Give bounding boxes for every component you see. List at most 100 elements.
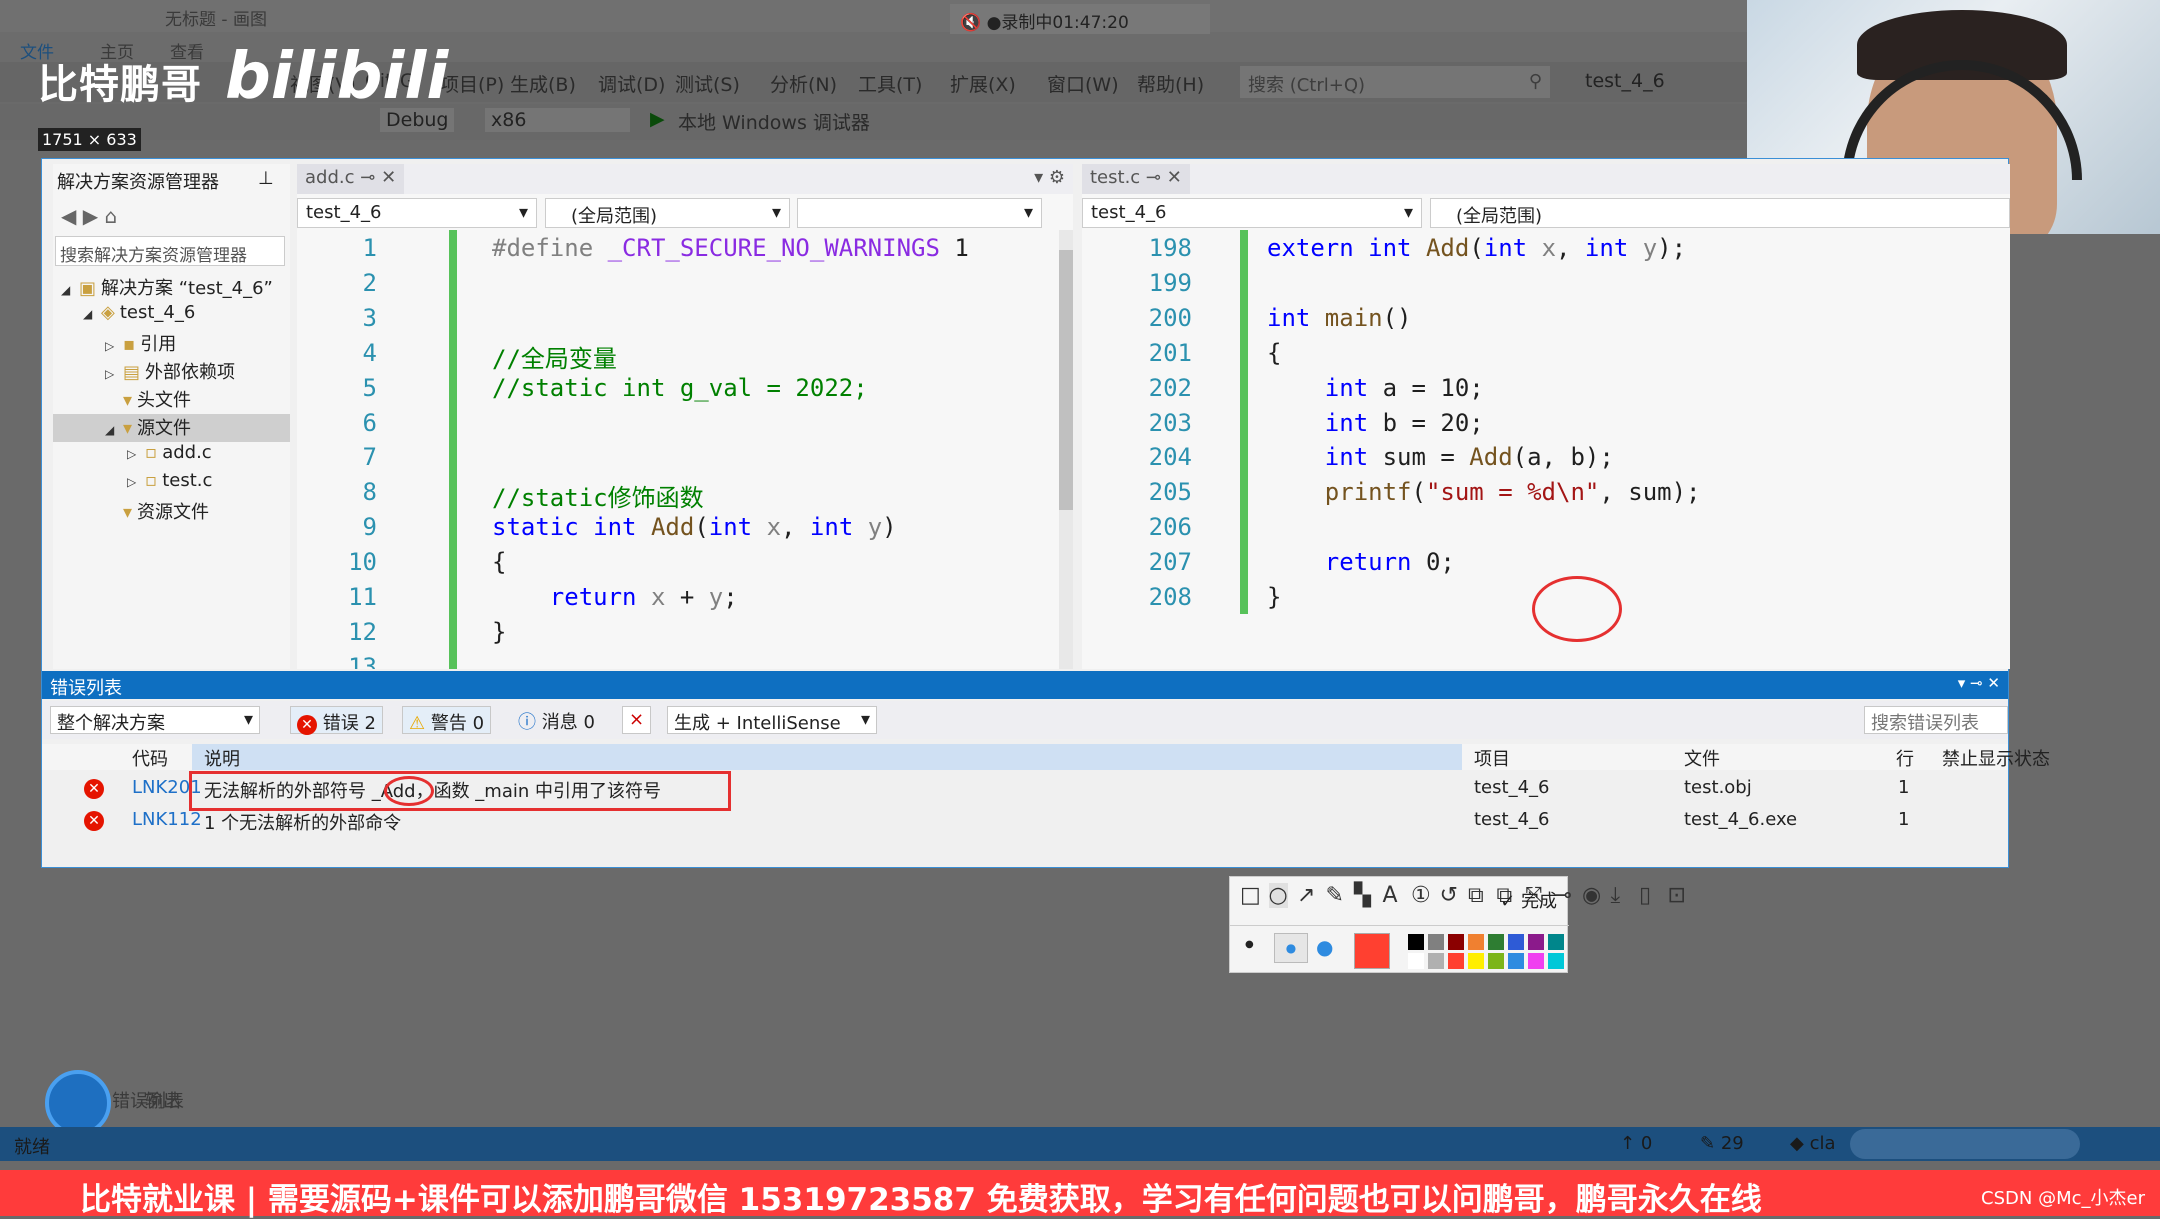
code-line[interactable]: int b = 20; bbox=[1267, 409, 1484, 437]
pencil-icon[interactable]: ✎ bbox=[1326, 883, 1344, 908]
crop-icon[interactable]: ⧉ bbox=[1468, 883, 1484, 908]
col-suppression[interactable]: 禁止显示状态 bbox=[1942, 745, 2050, 771]
menu-item[interactable]: 帮助(H) bbox=[1137, 70, 1204, 97]
close-icon[interactable]: ▾ ⊸ ✕ bbox=[1958, 674, 2000, 692]
code-line[interactable]: return x + y; bbox=[492, 583, 738, 611]
color-swatch[interactable] bbox=[1468, 953, 1484, 969]
col-file[interactable]: 文件 bbox=[1684, 745, 1720, 771]
current-color[interactable] bbox=[1354, 933, 1390, 969]
rectangle-icon[interactable]: □ bbox=[1240, 883, 1261, 908]
number-icon[interactable]: ① bbox=[1411, 883, 1431, 908]
pin-icon[interactable]: ⊸ bbox=[1146, 167, 1161, 188]
expand-arrow-icon[interactable]: ▷ bbox=[127, 447, 145, 461]
brush-size-small[interactable]: ● bbox=[1245, 939, 1254, 950]
code-line[interactable]: int sum = Add(a, b); bbox=[1267, 443, 1614, 471]
ellipse-icon[interactable]: ○ bbox=[1268, 883, 1288, 908]
col-code[interactable]: 代码 bbox=[132, 745, 168, 771]
tab-output[interactable]: 输出 bbox=[145, 1087, 181, 1113]
tree-item[interactable]: ▾ 头文件 bbox=[53, 386, 290, 414]
filter-icon[interactable]: ⨯ bbox=[622, 706, 652, 734]
member-dropdown[interactable]: ▾ bbox=[797, 198, 1042, 228]
errors-filter-button[interactable]: ✕ 错误 2 bbox=[290, 706, 383, 735]
pin-icon[interactable]: ⊸ bbox=[360, 167, 375, 188]
expand-arrow-icon[interactable]: ▷ bbox=[127, 475, 145, 489]
tree-item[interactable]: ▷ ▫ test.c bbox=[53, 470, 290, 498]
bookmark-icon[interactable]: ▯ bbox=[1639, 883, 1651, 908]
expand-arrow-icon[interactable]: ◢ bbox=[105, 423, 123, 437]
color-swatch[interactable] bbox=[1488, 953, 1504, 969]
code-line[interactable]: //static修饰函数 bbox=[492, 478, 704, 513]
code-area[interactable]: 1 #define _CRT_SECURE_NO_WARNINGS 1 2 3 4//全… bbox=[297, 230, 1073, 669]
expand-arrow-icon[interactable]: ▷ bbox=[105, 339, 123, 353]
code-line[interactable]: return 0; bbox=[1267, 548, 1455, 576]
color-swatch[interactable] bbox=[1548, 953, 1564, 969]
menu-item[interactable]: 窗口(W) bbox=[1047, 70, 1119, 97]
mosaic-icon[interactable]: ▚ bbox=[1354, 883, 1371, 908]
tree-item[interactable]: ◢ ▾ 源文件 bbox=[53, 414, 290, 442]
tree-item[interactable]: ▾ 资源文件 bbox=[53, 498, 290, 526]
home-icon[interactable]: ◀ ▶ ⌂ bbox=[61, 204, 117, 228]
gear-icon[interactable]: ▾ ⚙ bbox=[1034, 167, 1065, 188]
search-input[interactable]: 搜索 (Ctrl+Q) ⚲ bbox=[1240, 66, 1550, 98]
push-count[interactable]: ↑ 0 bbox=[1620, 1133, 1652, 1154]
brush-size-medium[interactable]: ● bbox=[1274, 933, 1308, 963]
close-icon[interactable]: ⊡ bbox=[1668, 883, 1686, 908]
menu-item[interactable]: 分析(N) bbox=[770, 70, 837, 97]
menu-item[interactable]: 测试(S) bbox=[675, 70, 740, 97]
tree-item[interactable]: ◢ ◈ test_4_6 bbox=[53, 302, 290, 330]
code-line[interactable]: { bbox=[1267, 339, 1281, 367]
color-swatch[interactable] bbox=[1528, 953, 1544, 969]
code-line[interactable]: //static int g_val = 2022; bbox=[492, 374, 868, 402]
undo-icon[interactable]: ↺ bbox=[1440, 883, 1458, 908]
platform-dropdown[interactable]: x86 bbox=[485, 108, 630, 132]
code-line[interactable]: int a = 10; bbox=[1267, 374, 1484, 402]
col-project[interactable]: 项目 bbox=[1474, 745, 1510, 771]
color-swatch[interactable] bbox=[1508, 934, 1524, 950]
pin-icon[interactable]: ⊥ bbox=[258, 168, 274, 189]
download-icon[interactable]: ◉ bbox=[1582, 883, 1601, 908]
ime-toolbar[interactable] bbox=[1850, 1129, 2080, 1159]
close-icon[interactable]: ✕ bbox=[381, 167, 396, 188]
text-icon[interactable]: A bbox=[1383, 883, 1398, 908]
edit-count[interactable]: ✎ 29 bbox=[1700, 1133, 1744, 1154]
menu-item[interactable]: 生成(B) bbox=[510, 70, 576, 97]
code-line[interactable]: { bbox=[492, 548, 506, 576]
warnings-filter-button[interactable]: ⚠ 警告 0 bbox=[402, 706, 492, 734]
code-line[interactable]: //全局变量 bbox=[492, 339, 617, 374]
error-code[interactable]: LNK1120 bbox=[132, 809, 200, 830]
code-line[interactable]: printf("sum = %d\n", sum); bbox=[1267, 478, 1701, 506]
code-line[interactable]: extern int Add(int x, int y); bbox=[1267, 234, 1686, 262]
code-line[interactable]: #define _CRT_SECURE_NO_WARNINGS 1 bbox=[492, 234, 969, 262]
tree-item[interactable]: ◢ ▣ 解决方案 “test_4_6” bbox=[53, 274, 290, 302]
color-swatch[interactable] bbox=[1428, 953, 1444, 969]
expand-arrow-icon[interactable]: ◢ bbox=[83, 307, 101, 321]
color-swatch[interactable] bbox=[1448, 953, 1464, 969]
scope-dropdown[interactable]: (全局范围) bbox=[1430, 198, 2010, 228]
brush-size-large[interactable]: ● bbox=[1316, 935, 1333, 959]
tree-item[interactable]: ▷ ▫ add.c bbox=[53, 442, 290, 470]
expand-arrow-icon[interactable]: ▷ bbox=[105, 367, 123, 381]
menu-item[interactable]: 工具(T) bbox=[858, 70, 922, 97]
branch[interactable]: ◆ cla bbox=[1790, 1133, 1836, 1154]
code-line[interactable]: static int Add(int x, int y) bbox=[492, 513, 897, 541]
code-line[interactable]: int main() bbox=[1267, 304, 1412, 332]
tree-item[interactable]: ▷ ▤ 外部依赖项 bbox=[53, 358, 290, 386]
code-line[interactable]: } bbox=[1267, 583, 1281, 611]
color-swatch[interactable] bbox=[1468, 934, 1484, 950]
arrow-icon[interactable]: ↗ bbox=[1297, 883, 1315, 908]
solution-search-input[interactable]: 搜索解决方案资源管理器 bbox=[55, 236, 285, 266]
close-icon[interactable]: ✕ bbox=[1167, 167, 1182, 188]
done-button[interactable]: ✓ 完成 bbox=[1500, 887, 1557, 913]
expand-arrow-icon[interactable]: ◢ bbox=[61, 283, 79, 297]
scope-dropdown[interactable]: 整个解决方案 ▾ bbox=[50, 706, 260, 734]
color-swatch[interactable] bbox=[1508, 953, 1524, 969]
color-swatch[interactable] bbox=[1448, 934, 1464, 950]
color-swatch[interactable] bbox=[1548, 934, 1564, 950]
tab-add-c[interactable]: add.c ⊸ ✕ bbox=[297, 164, 405, 194]
tab-test-c[interactable]: test.c ⊸ ✕ bbox=[1082, 164, 1190, 194]
color-swatch[interactable] bbox=[1528, 934, 1544, 950]
scope-dropdown[interactable]: (全局范围) ▾ bbox=[545, 198, 790, 228]
save-icon[interactable]: ⤓ bbox=[1611, 883, 1621, 908]
project-dropdown[interactable]: test_4_6 ▾ bbox=[1082, 198, 1422, 228]
play-icon[interactable]: ▶ bbox=[650, 108, 665, 130]
